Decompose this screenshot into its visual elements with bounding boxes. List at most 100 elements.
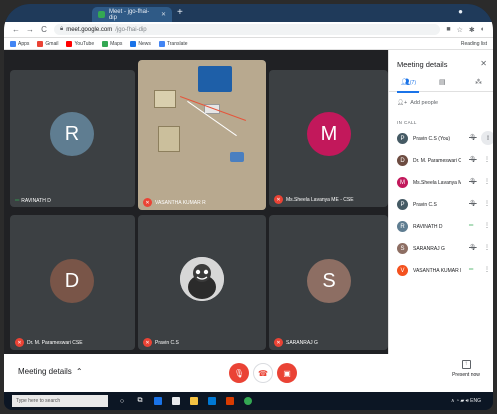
add-people-label: Add people (410, 100, 439, 106)
participant-name: RAVINATH D (413, 224, 443, 230)
bookmark-youtube[interactable]: YouTube (66, 40, 95, 47)
extensions-icon[interactable]: ✱ (469, 26, 475, 34)
participant-row[interactable]: P Pravin C.S 🎙︎ ⋮ (389, 194, 493, 216)
meet-control-bar: Meeting details ⌃ 🎙︎ ☎︎ ▣ ↑ Present now (4, 354, 493, 392)
participant-tile-ravinath[interactable]: R ═ RAVINATH D (10, 70, 135, 207)
meeting-details-button[interactable]: Meeting details ⌃ (18, 367, 83, 376)
tile-name-text: Dr. M. Parameswari CSE (27, 339, 83, 346)
add-person-icon: 👤︎+ (397, 100, 408, 106)
office-icon[interactable] (226, 397, 234, 405)
participant-name: Ms.Sheela Lavanya ME - ... (413, 180, 461, 186)
tile-name-text: Pravin C.S (155, 339, 179, 346)
tab-title: Meet - jgo-fhai-dip (108, 8, 150, 21)
bookmark-maps[interactable]: Maps (102, 40, 122, 47)
monitor-frame: Meet - jgo-fhai-dip ✕ + ● ← → C 🔒︎ meet.… (0, 0, 497, 414)
camera-toggle-button[interactable]: ▣ (277, 363, 297, 383)
system-tray[interactable]: ∧ ◔ ▰ 🔊︎ ENG (451, 398, 481, 404)
new-tab-button[interactable]: + (177, 7, 183, 19)
participant-tile-saranraj[interactable]: S ✕ SARANRAJ G (269, 215, 388, 350)
bookmark-star-icon[interactable]: ☆ (457, 26, 463, 34)
more-options-icon[interactable]: ⋮ (484, 222, 490, 229)
window-controls-icon[interactable]: ● (458, 7, 463, 16)
tile-name-text: Ms.Sheela Lavanya ME - CSE (286, 196, 354, 203)
task-view-icon[interactable]: ⧉ (136, 397, 144, 405)
participant-row[interactable]: D Dr. M. Parameswari CSE 🎙︎ ⋮ (389, 150, 493, 172)
mic-off-icon: ✕ (15, 338, 24, 347)
browser-tab-meet[interactable]: Meet - jgo-fhai-dip ✕ (92, 7, 172, 22)
profile-icon[interactable]: ◐ (481, 26, 485, 33)
component-image (154, 90, 176, 108)
participant-tile-sheela[interactable]: M ✕ Ms.Sheela Lavanya ME - CSE (269, 70, 388, 207)
tile-name-pravin: ✕ Pravin C.S (143, 338, 179, 347)
news-icon (130, 40, 137, 47)
meet-video-grid: R ═ RAVINATH D ✕ VASANTHA KUMAR R M ✕ Ms… (4, 50, 388, 354)
participant-row[interactable]: M Ms.Sheela Lavanya ME - ... 🎙︎ ⋮ (389, 172, 493, 194)
tab-people[interactable]: 👥︎(7) (401, 78, 416, 86)
participant-tile-pravin[interactable]: ✕ Pravin C.S (138, 215, 266, 350)
bookmark-label: YouTube (74, 40, 95, 47)
tile-name-sheela: ✕ Ms.Sheela Lavanya ME - CSE (274, 195, 354, 204)
reading-list-button[interactable]: Reading list (461, 41, 487, 47)
bookmark-translate[interactable]: Translate (158, 40, 188, 47)
participant-row[interactable]: P Pravin C.S (You) 🎙︎ ▯ (389, 128, 493, 150)
participant-tile-vasantha[interactable]: ✕ VASANTHA KUMAR R (138, 60, 266, 210)
screen: Meet - jgo-fhai-dip ✕ + ● ← → C 🔒︎ meet.… (4, 4, 493, 410)
folder-icon[interactable] (190, 397, 198, 405)
close-panel-icon[interactable]: ✕ (480, 59, 487, 68)
profile-photo-icon (180, 257, 224, 301)
tab-chat[interactable]: ▤ (439, 78, 446, 86)
address-bar[interactable]: 🔒︎ meet.google.com/jgo-fhai-dip (54, 24, 441, 35)
tab-activities[interactable]: ⁂ (475, 78, 482, 86)
mic-off-icon: ✕ (143, 338, 152, 347)
avatar-sheela: M (307, 112, 351, 156)
participant-row[interactable]: S SARANRAJ G 🎙︎ ⋮ (389, 238, 493, 260)
store-icon[interactable] (208, 397, 216, 405)
bookmark-gmail[interactable]: Gmail (37, 40, 59, 47)
in-call-heading: IN CALL (397, 120, 417, 125)
panel-tabs: 👥︎(7) ▤ ⁂ (389, 76, 493, 93)
mic-off-icon: 🎙︎ (469, 201, 477, 207)
file-explorer-icon[interactable] (172, 397, 180, 405)
apps-icon (10, 40, 16, 47)
pin-icon[interactable]: ▯ (481, 131, 493, 145)
back-icon[interactable]: ← (12, 25, 20, 34)
participant-avatar: P (397, 199, 408, 210)
participant-name: Dr. M. Parameswari CSE (413, 158, 461, 164)
more-options-icon[interactable]: ⋮ (484, 244, 490, 251)
meeting-details-panel: Meeting details ✕ 👥︎(7) ▤ ⁂ 👤︎+ Add peop… (388, 50, 493, 354)
wire-image (179, 96, 247, 121)
participant-row[interactable]: V VASANTHA KUMAR R ═ ⋮ (389, 260, 493, 282)
tray-language: ENG (470, 398, 481, 404)
mic-off-icon: 🎙︎ (469, 157, 477, 163)
taskbar-search-box[interactable]: Type here to search (12, 395, 108, 407)
more-options-icon[interactable]: ⋮ (484, 266, 490, 273)
chrome-icon[interactable] (244, 397, 252, 405)
close-tab-icon[interactable]: ✕ (161, 11, 166, 18)
reload-icon[interactable]: C (40, 25, 48, 34)
bookmark-news[interactable]: News (130, 40, 151, 47)
bookmark-apps[interactable]: Apps (10, 40, 29, 47)
participant-tile-parameswari[interactable]: D ✕ Dr. M. Parameswari CSE (10, 215, 135, 350)
more-options-icon[interactable]: ⋮ (484, 200, 490, 207)
mic-off-icon: ✕ (143, 198, 152, 207)
leave-call-button[interactable]: ☎︎ (253, 363, 273, 383)
hang-up-icon: ☎︎ (258, 368, 268, 378)
more-options-icon[interactable]: ⋮ (484, 156, 490, 163)
forward-icon[interactable]: → (26, 25, 34, 34)
add-people-button[interactable]: 👤︎+ Add people (397, 100, 438, 106)
participant-avatar: R (397, 221, 408, 232)
bookmarks-bar: Apps Gmail YouTube Maps News Translate Reading… (4, 38, 493, 50)
edge-icon[interactable] (154, 397, 162, 405)
participant-row[interactable]: R RAVINATH D ═ ⋮ (389, 216, 493, 238)
camera-indicator-icon[interactable]: ■ (446, 26, 450, 33)
mic-toggle-button[interactable]: 🎙︎ (229, 363, 249, 383)
cortana-icon[interactable]: ○ (118, 397, 126, 405)
present-now-button[interactable]: ↑ Present now (449, 360, 483, 378)
chat-icon: ▤ (439, 79, 446, 86)
lock-icon: 🔒︎ (60, 26, 64, 32)
bookmark-label: Gmail (45, 40, 59, 47)
chevron-up-icon: ⌃ (75, 367, 83, 376)
participant-name: Pravin C.S (413, 202, 437, 208)
participant-list: P Pravin C.S (You) 🎙︎ ▯ D Dr. M. Parameswari … (389, 128, 493, 282)
more-options-icon[interactable]: ⋮ (484, 178, 490, 185)
